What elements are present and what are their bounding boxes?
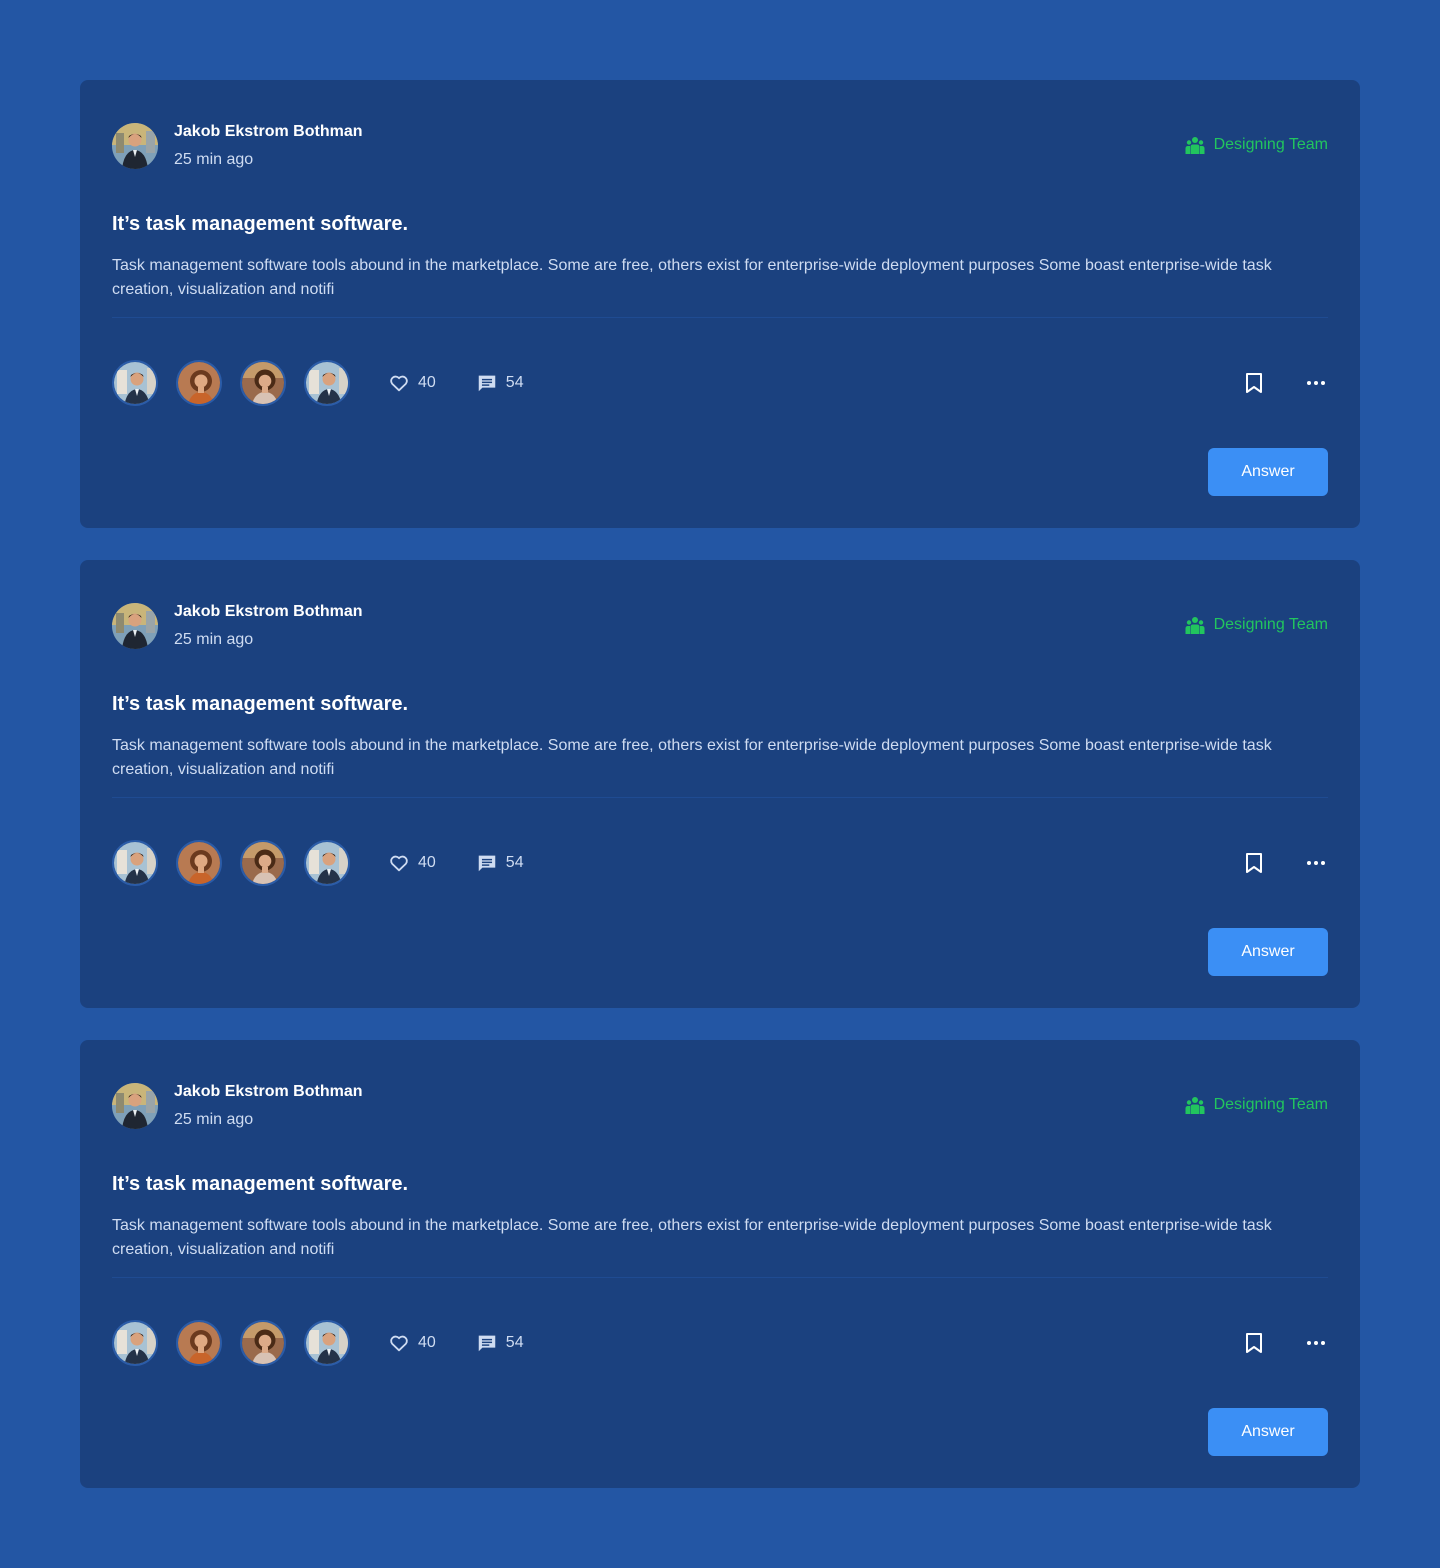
author-avatar[interactable]: [112, 123, 158, 169]
heart-icon: [390, 855, 408, 872]
post-time: 25 min ago: [174, 151, 254, 168]
team-icon: [1185, 617, 1205, 634]
heart-icon: [390, 375, 408, 392]
post-actions: 40 54: [112, 360, 1328, 406]
participant-avatar[interactable]: [112, 360, 158, 406]
like-count: 40: [418, 374, 436, 391]
comment-icon: [478, 855, 496, 872]
answer-button[interactable]: Answer: [1208, 1408, 1328, 1456]
author-avatar[interactable]: [112, 1083, 158, 1129]
comment-button[interactable]: 54: [476, 852, 524, 874]
author-info: Jakob Ekstrom Bothman 25 min ago: [174, 1082, 362, 1130]
participant-avatar[interactable]: [112, 1320, 158, 1366]
participant-avatars: [112, 1320, 368, 1366]
comment-count: 54: [505, 854, 524, 871]
more-button[interactable]: [1304, 1331, 1328, 1355]
post-body: Task management software tools abound in…: [112, 1217, 1272, 1258]
author-name[interactable]: Jakob Ekstrom Bothman: [174, 1082, 362, 1102]
like-button[interactable]: 40: [388, 372, 436, 394]
participant-avatar[interactable]: [304, 1320, 350, 1366]
post-card: Jakob Ekstrom Bothman 25 min ago Designi…: [80, 80, 1360, 528]
participant-avatar[interactable]: [112, 840, 158, 886]
participant-avatar[interactable]: [304, 840, 350, 886]
team-tag[interactable]: Designing Team: [1185, 615, 1328, 635]
author-name[interactable]: Jakob Ekstrom Bothman: [174, 602, 362, 622]
comment-icon: [478, 1335, 496, 1352]
more-icon: [1307, 381, 1325, 385]
participant-avatar[interactable]: [304, 360, 350, 406]
heart-icon: [390, 1335, 408, 1352]
participant-avatar[interactable]: [240, 360, 286, 406]
author-info: Jakob Ekstrom Bothman 25 min ago: [174, 602, 362, 650]
comment-count: 54: [505, 1334, 524, 1351]
more-icon: [1307, 861, 1325, 865]
post-actions: 40 54: [112, 840, 1328, 886]
team-icon: [1185, 137, 1205, 154]
post-divider: [112, 797, 1328, 798]
author-name[interactable]: Jakob Ekstrom Bothman: [174, 122, 362, 142]
post-card: Jakob Ekstrom Bothman 25 min ago Designi…: [80, 560, 1360, 1008]
comment-count: 54: [505, 374, 524, 391]
bookmark-button[interactable]: [1242, 1331, 1266, 1355]
post-body: Task management software tools abound in…: [112, 257, 1272, 298]
answer-button[interactable]: Answer: [1208, 448, 1328, 496]
comment-button[interactable]: 54: [476, 372, 524, 394]
post-time: 25 min ago: [174, 1111, 254, 1128]
bookmark-icon: [1246, 853, 1262, 873]
team-icon: [1185, 1097, 1205, 1114]
post-time: 25 min ago: [174, 631, 254, 648]
team-label: Designing Team: [1213, 136, 1328, 153]
post-feed: Jakob Ekstrom Bothman 25 min ago Designi…: [80, 80, 1360, 1520]
team-tag[interactable]: Designing Team: [1185, 1095, 1328, 1115]
bookmark-icon: [1246, 373, 1262, 393]
post-divider: [112, 317, 1328, 318]
like-button[interactable]: 40: [388, 1332, 436, 1354]
team-label: Designing Team: [1213, 616, 1328, 633]
post-title: It’s task management software.: [112, 693, 409, 715]
author-avatar[interactable]: [112, 603, 158, 649]
bookmark-button[interactable]: [1242, 851, 1266, 875]
participant-avatars: [112, 360, 368, 406]
team-tag[interactable]: Designing Team: [1185, 135, 1328, 155]
more-button[interactable]: [1304, 851, 1328, 875]
like-count: 40: [418, 1334, 436, 1351]
post-divider: [112, 1277, 1328, 1278]
post-title: It’s task management software.: [112, 1173, 409, 1195]
answer-button[interactable]: Answer: [1208, 928, 1328, 976]
like-count: 40: [418, 854, 436, 871]
participant-avatar[interactable]: [176, 1320, 222, 1366]
bookmark-button[interactable]: [1242, 371, 1266, 395]
participant-avatar[interactable]: [176, 360, 222, 406]
participant-avatar[interactable]: [176, 840, 222, 886]
team-label: Designing Team: [1213, 1096, 1328, 1113]
post-card: Jakob Ekstrom Bothman 25 min ago Designi…: [80, 1040, 1360, 1488]
participant-avatar[interactable]: [240, 1320, 286, 1366]
post-author[interactable]: Jakob Ekstrom Bothman 25 min ago: [112, 1082, 362, 1130]
bookmark-icon: [1246, 1333, 1262, 1353]
post-author[interactable]: Jakob Ekstrom Bothman 25 min ago: [112, 602, 362, 650]
post-title: It’s task management software.: [112, 213, 409, 235]
post-actions: 40 54: [112, 1320, 1328, 1366]
participant-avatar[interactable]: [240, 840, 286, 886]
post-author[interactable]: Jakob Ekstrom Bothman 25 min ago: [112, 122, 362, 170]
more-icon: [1307, 1341, 1325, 1345]
comment-icon: [478, 375, 496, 392]
like-button[interactable]: 40: [388, 852, 436, 874]
more-button[interactable]: [1304, 371, 1328, 395]
participant-avatars: [112, 840, 368, 886]
post-body: Task management software tools abound in…: [112, 737, 1272, 778]
comment-button[interactable]: 54: [476, 1332, 524, 1354]
author-info: Jakob Ekstrom Bothman 25 min ago: [174, 122, 362, 170]
